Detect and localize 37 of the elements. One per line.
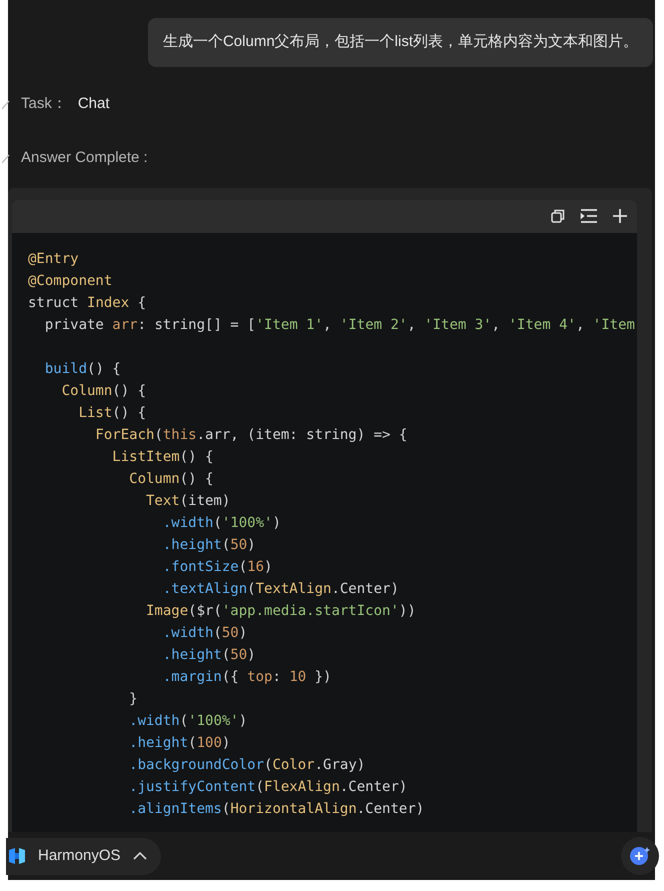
code-line: @Entry: [28, 250, 79, 268]
code-line: .height(100): [128, 734, 230, 752]
code-line: .height(50): [162, 646, 256, 664]
step-label: Task：: [21, 94, 67, 114]
code-line: Column() {: [128, 470, 214, 488]
list-icon[interactable]: [579, 207, 599, 225]
code-line: .margin({ top: 10 }): [162, 668, 332, 686]
code-line: List() {: [78, 404, 146, 422]
code-line: Text(item): [145, 492, 230, 510]
code-line: struct Index {: [28, 294, 146, 312]
os-selector[interactable]: HarmonyOS: [6, 838, 161, 874]
code-line: Image($r('app.media.startIcon')): [145, 602, 416, 620]
code-line: ListItem() {: [111, 448, 214, 466]
step-label: Answer Complete :: [21, 148, 148, 168]
logo-icon: [8, 847, 26, 865]
code-line: Column() {: [60, 382, 146, 400]
code-line: .fontSize(16): [162, 558, 272, 576]
code-line: .alignItems(HorizontalAlign.Center): [128, 800, 424, 818]
chat-plus-icon: [628, 844, 652, 868]
new-chat-button[interactable]: [621, 837, 659, 875]
code-line: ForEach(this.arr, (item: string) => {: [94, 426, 408, 444]
code-line: .justifyContent(FlexAlign.Center): [128, 778, 408, 796]
copy-icon[interactable]: [549, 207, 567, 225]
plus-icon[interactable]: [611, 207, 629, 225]
code-line: private arr: string[] = ['Item 1', 'Item 2', 'Item 3', 'Item 4', 'Item: [44, 316, 635, 334]
chevron-up-icon: [132, 852, 147, 860]
code-line: .width('100%'): [128, 712, 248, 730]
prompt-bubble: 生成一个Column父布局，包括一个list列表，单元格内容为文本和图片。: [148, 18, 653, 66]
code-line: }: [128, 690, 138, 708]
code-line: @Component: [28, 272, 112, 290]
code-line: .height(50): [162, 536, 256, 554]
code-line: .width('100%'): [162, 514, 281, 532]
code-line: .textAlign(TextAlign.Center): [162, 580, 399, 598]
code-line: build() {: [44, 360, 121, 378]
code-line: .backgroundColor(Color.Gray): [128, 756, 366, 774]
code-line: .width(50): [162, 624, 248, 642]
step-value: Chat: [78, 94, 110, 114]
